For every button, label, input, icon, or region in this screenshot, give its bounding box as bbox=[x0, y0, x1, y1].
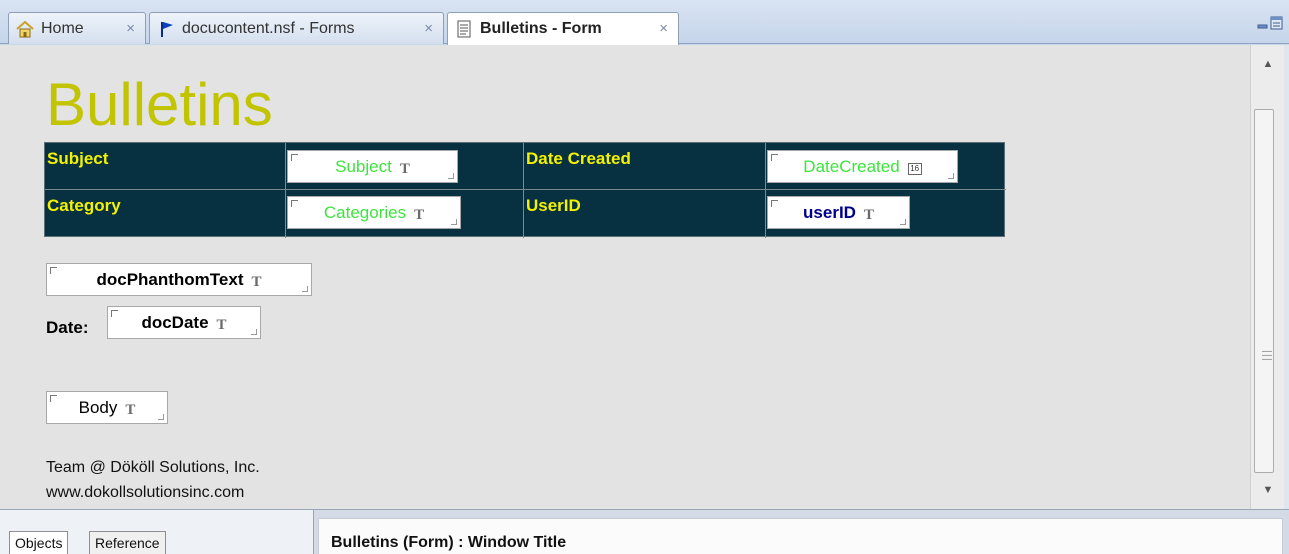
scrollbar-thumb[interactable]: — — — bbox=[1254, 109, 1274, 473]
text-field-icon: T bbox=[399, 161, 410, 177]
home-icon bbox=[15, 19, 35, 39]
tab-objects[interactable]: Objects bbox=[9, 531, 69, 554]
form-title: Bulletins bbox=[46, 71, 273, 138]
close-icon[interactable]: × bbox=[424, 20, 433, 37]
tab-home[interactable]: Home × bbox=[8, 12, 146, 44]
tab-bulletins-form[interactable]: Bulletins - Form × bbox=[447, 12, 679, 45]
scroll-up-arrow-icon[interactable]: ▲ bbox=[1251, 49, 1285, 79]
scroll-down-arrow-icon[interactable]: ▼ bbox=[1251, 475, 1285, 505]
programmer-pane: Bulletins (Form) : Window Title bbox=[318, 518, 1283, 554]
minimize-icon[interactable] bbox=[1257, 16, 1268, 35]
date-created-field-name: DateCreated bbox=[803, 156, 900, 176]
text-field-icon: T bbox=[863, 207, 874, 223]
objects-reference-panel: Objects Reference bbox=[0, 510, 314, 554]
table-divider bbox=[523, 143, 524, 238]
userid-field[interactable]: userID T bbox=[767, 196, 910, 229]
text-field-icon: T bbox=[125, 402, 136, 418]
form-design-canvas[interactable]: Bulletins Subject Date Created Category … bbox=[0, 45, 1250, 509]
field-table: Subject Date Created Category UserID Sub… bbox=[44, 142, 1006, 238]
text-field-icon: T bbox=[251, 274, 262, 290]
tab-bulletins-label: Bulletins - Form bbox=[480, 20, 602, 37]
tab-bar: Home × docucontent.nsf - Forms × Bulleti… bbox=[0, 0, 1289, 45]
tab-docucontent-forms[interactable]: docucontent.nsf - Forms × bbox=[149, 12, 444, 44]
tab-docucontent-label: docucontent.nsf - Forms bbox=[182, 19, 355, 37]
text-field-icon: T bbox=[216, 317, 227, 333]
doc-phantom-text-field-name: docPhanthomText bbox=[96, 269, 244, 289]
subject-label: Subject bbox=[47, 149, 109, 168]
date-label: Date: bbox=[46, 318, 89, 337]
userid-label: UserID bbox=[526, 196, 581, 215]
subject-field[interactable]: Subject T bbox=[287, 150, 458, 183]
flag-icon bbox=[156, 19, 176, 39]
tab-home-label: Home bbox=[41, 19, 84, 37]
window-controls bbox=[1257, 16, 1283, 35]
vertical-scrollbar[interactable]: ▲ — — — ▼ bbox=[1250, 45, 1284, 509]
doc-date-field-name: docDate bbox=[141, 312, 209, 332]
categories-field[interactable]: Categories T bbox=[287, 196, 461, 229]
close-icon[interactable]: × bbox=[126, 20, 135, 37]
text-field-icon: T bbox=[414, 207, 425, 223]
restore-icon[interactable] bbox=[1270, 16, 1283, 35]
doc-phantom-text-field[interactable]: docPhanthomText T bbox=[46, 263, 312, 296]
table-divider bbox=[765, 143, 766, 238]
userid-field-name: userID bbox=[803, 202, 856, 222]
form-document-icon bbox=[454, 19, 474, 39]
date-field-icon: 16 bbox=[907, 162, 922, 175]
programmer-pane-title: Bulletins (Form) : Window Title bbox=[331, 534, 567, 551]
close-icon[interactable]: × bbox=[659, 20, 668, 37]
bottom-pane: Objects Reference Bulletins (Form) : Win… bbox=[0, 509, 1289, 554]
date-created-label: Date Created bbox=[526, 149, 631, 168]
doc-date-field[interactable]: docDate T bbox=[107, 306, 261, 339]
grip-icon: — — — bbox=[1262, 346, 1272, 365]
body-field-name: Body bbox=[78, 397, 118, 417]
table-divider bbox=[285, 143, 286, 238]
body-field[interactable]: Body T bbox=[46, 391, 168, 424]
table-divider bbox=[45, 189, 1006, 190]
footer-url: www.dokollsolutionsinc.com bbox=[46, 484, 245, 501]
footer-company: Team @ Dököll Solutions, Inc. bbox=[46, 459, 260, 476]
category-label: Category bbox=[47, 196, 121, 215]
right-frame-edge bbox=[1284, 45, 1289, 509]
categories-field-name: Categories bbox=[323, 202, 407, 222]
date-created-field[interactable]: DateCreated 16 bbox=[767, 150, 958, 183]
subject-field-name: Subject bbox=[335, 156, 392, 176]
tab-reference[interactable]: Reference bbox=[89, 531, 166, 554]
